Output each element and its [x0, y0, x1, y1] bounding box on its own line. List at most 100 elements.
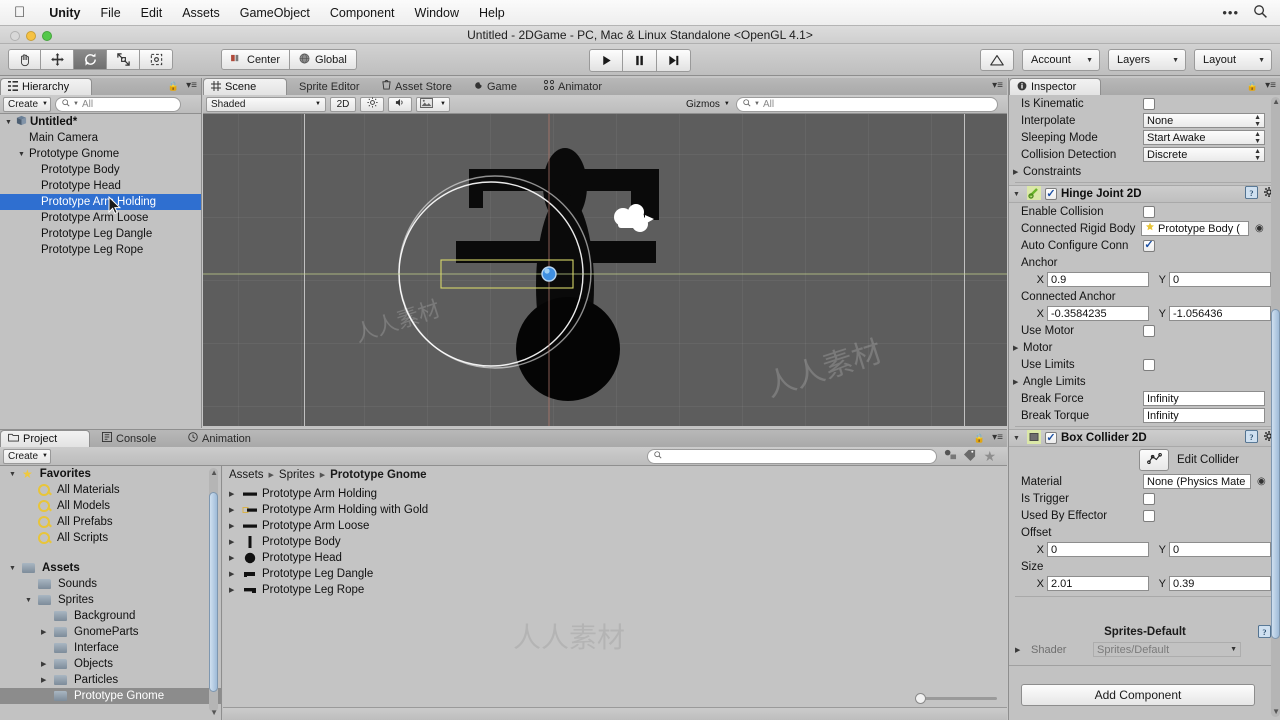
- chevron-right-icon[interactable]: ▶: [1013, 168, 1023, 176]
- scene-viewport[interactable]: 人人素材 人人素材: [203, 114, 1007, 426]
- project-create-button[interactable]: Create ▼: [3, 448, 51, 464]
- project-tree-item-all-materials[interactable]: All Materials: [0, 482, 221, 498]
- scale-tool-button[interactable]: [107, 49, 140, 70]
- field-break-torque[interactable]: Break Torque Infinity: [1009, 407, 1280, 424]
- scroll-down-arrow-icon[interactable]: ▼: [1272, 707, 1280, 716]
- window-controls[interactable]: [10, 31, 52, 41]
- hierarchy-item-prototype-gnome[interactable]: ▼ Prototype Gnome: [0, 146, 201, 162]
- apple-logo-icon[interactable]: : [14, 5, 25, 20]
- anchor-x-input[interactable]: 0.9: [1047, 272, 1149, 287]
- scroll-up-arrow-icon[interactable]: ▲: [1272, 97, 1280, 106]
- toggle-2d-button[interactable]: 2D: [330, 96, 356, 112]
- chevron-right-icon[interactable]: ▶: [229, 490, 238, 498]
- gizmos-dropdown[interactable]: Gizmos ▼: [682, 97, 732, 112]
- break-torque-input[interactable]: Infinity: [1143, 408, 1265, 423]
- breadcrumb-item-prototype-gnome[interactable]: Prototype Gnome: [330, 469, 426, 481]
- project-tree-item-all-prefabs[interactable]: All Prefabs: [0, 514, 221, 530]
- scroll-down-arrow-icon[interactable]: ▼: [210, 708, 218, 717]
- chevron-down-icon[interactable]: ▼: [1013, 191, 1023, 198]
- zoom-button[interactable]: [42, 31, 52, 41]
- project-tree-item-prototype-gnome[interactable]: Prototype Gnome: [0, 688, 221, 704]
- hierarchy-create-button[interactable]: Create ▼: [3, 96, 51, 112]
- hierarchy-scene-root[interactable]: ▼ Untitled*: [0, 114, 201, 130]
- hierarchy-item-prototype-leg-dangle[interactable]: Prototype Leg Dangle: [0, 226, 201, 242]
- chevron-down-icon[interactable]: ▼: [9, 471, 19, 478]
- pivot-mode-button[interactable]: Center: [221, 49, 291, 70]
- chevron-down-icon[interactable]: ▼: [4, 119, 13, 126]
- project-tree-item-interface[interactable]: Interface: [0, 640, 221, 656]
- field-auto-configure-connected-anchor[interactable]: Auto Configure Conn: [1009, 237, 1280, 254]
- enable-collision-checkbox[interactable]: [1143, 205, 1155, 218]
- field-used-by-effector[interactable]: Used By Effector: [1009, 507, 1280, 524]
- project-tree-item-sounds[interactable]: Sounds: [0, 576, 221, 592]
- field-interpolate[interactable]: Interpolate None ▲ ▼: [1009, 112, 1280, 129]
- project-tree-item-all-models[interactable]: All Models: [0, 498, 221, 514]
- size-x-input[interactable]: 2.01: [1047, 576, 1149, 591]
- star-icon[interactable]: ★: [983, 448, 996, 465]
- asset-list-item[interactable]: ▶ Prototype Head: [223, 550, 1007, 566]
- search-icon[interactable]: [1253, 4, 1268, 22]
- project-tree-item-all-scripts[interactable]: All Scripts: [0, 530, 221, 546]
- auto-configure-checkbox[interactable]: [1143, 239, 1155, 252]
- chevron-right-icon[interactable]: ▶: [229, 586, 238, 594]
- box-collider-enabled-checkbox[interactable]: [1045, 432, 1057, 444]
- tab-sprite-editor[interactable]: Sprite Editor: [287, 78, 375, 95]
- lock-icon[interactable]: 🔒: [168, 81, 179, 92]
- chevron-right-icon[interactable]: ▶: [41, 628, 51, 636]
- project-tree-item-assets[interactable]: ▼ Assets: [0, 560, 221, 576]
- field-connected-rigid-body[interactable]: Connected Rigid Body Prototype Body ( ◉: [1009, 220, 1280, 237]
- edit-collider-row[interactable]: Edit Collider: [1009, 447, 1280, 473]
- menu-item-file[interactable]: File: [91, 6, 131, 20]
- chevron-down-icon[interactable]: ▼: [1013, 435, 1023, 442]
- asset-list-item[interactable]: ▶ Prototype Body: [223, 534, 1007, 550]
- chevron-right-icon[interactable]: ▶: [1013, 344, 1023, 352]
- breadcrumb-item-assets[interactable]: Assets: [229, 469, 264, 481]
- panel-menu-icon[interactable]: ▾≡: [992, 80, 1003, 91]
- hierarchy-item-prototype-arm-holding[interactable]: Prototype Arm Holding: [0, 194, 201, 210]
- cloud-button[interactable]: [980, 49, 1014, 71]
- asset-list-item[interactable]: ▶ Prototype Leg Rope: [223, 582, 1007, 598]
- menu-item-component[interactable]: Component: [320, 6, 405, 20]
- field-offset-xy[interactable]: X 0 Y 0: [1009, 541, 1280, 558]
- tab-asset-store[interactable]: Asset Store: [375, 78, 467, 95]
- chevron-right-icon[interactable]: ▶: [229, 570, 238, 578]
- project-tree-item-gnomeparts[interactable]: ▶ GnomeParts: [0, 624, 221, 640]
- project-tree-item-sprites[interactable]: ▼ Sprites: [0, 592, 221, 608]
- field-is-trigger[interactable]: Is Trigger: [1009, 490, 1280, 507]
- step-button[interactable]: [657, 49, 691, 72]
- chevron-right-icon[interactable]: ▶: [229, 506, 238, 514]
- tab-hierarchy[interactable]: Hierarchy: [0, 78, 92, 95]
- hierarchy-item-prototype-arm-loose[interactable]: Prototype Arm Loose: [0, 210, 201, 226]
- account-dropdown[interactable]: Account ▼: [1022, 49, 1100, 71]
- menu-item-unity[interactable]: Unity: [39, 6, 90, 20]
- asset-list-item[interactable]: ▶ Prototype Leg Dangle: [223, 566, 1007, 582]
- menu-item-assets[interactable]: Assets: [172, 6, 230, 20]
- filter-label-icon[interactable]: [963, 448, 977, 464]
- project-search-input[interactable]: [647, 448, 938, 464]
- help-icon[interactable]: ?: [1245, 186, 1258, 202]
- size-y-input[interactable]: 0.39: [1169, 576, 1271, 591]
- lighting-toggle-button[interactable]: [360, 96, 384, 112]
- field-connected-anchor-xy[interactable]: X -0.3584235 Y -1.056436: [1009, 305, 1280, 322]
- field-material[interactable]: Material None (Physics Mate ◉: [1009, 473, 1280, 490]
- asset-list-item[interactable]: ▶ Prototype Arm Holding: [223, 486, 1007, 502]
- shading-mode-dropdown[interactable]: Shaded ▼: [206, 96, 326, 112]
- tab-project[interactable]: Project: [0, 430, 90, 447]
- menubar-overflow-icon[interactable]: •••: [1222, 5, 1239, 20]
- asset-zoom-slider[interactable]: [915, 692, 997, 704]
- anchor-y-input[interactable]: 0: [1169, 272, 1271, 287]
- audio-toggle-button[interactable]: [388, 96, 412, 112]
- pause-button[interactable]: [623, 49, 657, 72]
- close-button[interactable]: [10, 31, 20, 41]
- minimize-button[interactable]: [26, 31, 36, 41]
- project-tree-item-background[interactable]: Background: [0, 608, 221, 624]
- field-anchor-xy[interactable]: X 0.9 Y 0: [1009, 271, 1280, 288]
- offset-x-input[interactable]: 0: [1047, 542, 1149, 557]
- panel-menu-icon[interactable]: ▾≡: [1265, 80, 1276, 91]
- play-button[interactable]: [589, 49, 623, 72]
- asset-list-item[interactable]: ▶ Prototype Arm Loose: [223, 518, 1007, 534]
- menu-item-help[interactable]: Help: [469, 6, 515, 20]
- rotate-tool-button[interactable]: [74, 49, 107, 70]
- tab-console[interactable]: Console: [90, 430, 176, 447]
- chevron-right-icon[interactable]: ▶: [1013, 378, 1023, 386]
